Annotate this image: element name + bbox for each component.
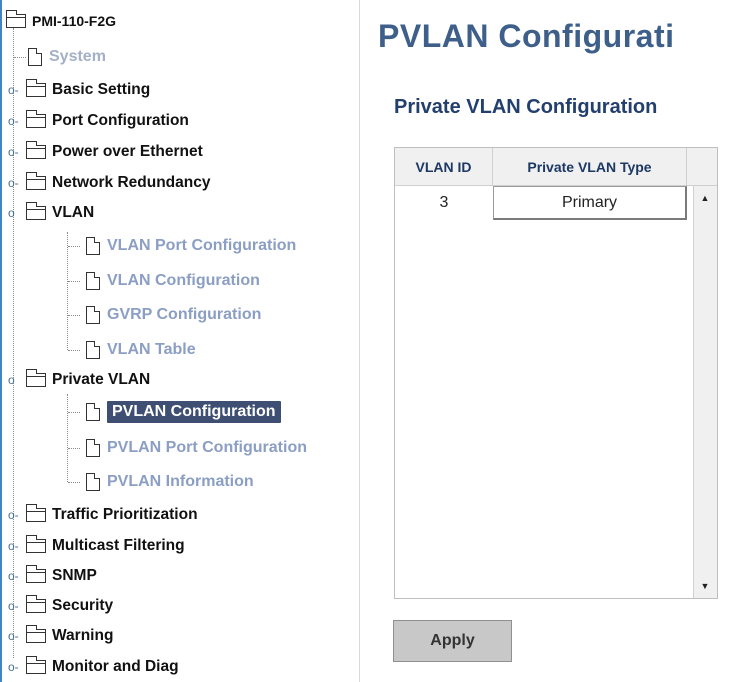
tree-item-multicast-filtering[interactable]: o- Multicast Filtering (8, 533, 185, 559)
folder-icon (6, 10, 26, 28)
expand-icon[interactable]: o- (8, 569, 26, 583)
tree-connector (68, 412, 80, 413)
tree-item-basic-setting[interactable]: o- Basic Setting (8, 77, 150, 103)
scroll-down-icon[interactable]: ▼ (696, 577, 714, 595)
folder-icon (26, 504, 46, 522)
folder-icon (26, 79, 46, 97)
tree-item-private-vlan[interactable]: o Private VLAN (8, 367, 150, 393)
pvlan-table: VLAN ID Private VLAN Type 3 Primary ▲ ▼ (394, 147, 718, 599)
expand-icon[interactable]: o- (8, 629, 26, 643)
expand-icon[interactable]: o- (8, 660, 26, 674)
tree-item-network-redundancy[interactable]: o- Network Redundancy (8, 170, 210, 196)
page-title: PVLAN Configurati (378, 18, 675, 54)
vlan-children-line (67, 232, 68, 350)
tree-item-pvlan-configuration[interactable]: PVLAN Configuration (86, 399, 281, 425)
pvlan-children-line (67, 394, 68, 482)
folder-icon (26, 656, 46, 674)
tree-item-security[interactable]: o- Security (8, 593, 113, 619)
folder-icon (26, 369, 46, 387)
tree-connector (68, 448, 80, 449)
tree-item-gvrp-configuration[interactable]: GVRP Configuration (86, 302, 261, 328)
tree-item-snmp[interactable]: o- SNMP (8, 563, 97, 589)
expand-icon[interactable]: o- (8, 83, 26, 97)
column-header-vlan-id: VLAN ID (395, 148, 493, 186)
page-icon (86, 272, 100, 290)
tree-item-pvlan-port-configuration[interactable]: PVLAN Port Configuration (86, 435, 307, 461)
folder-icon (26, 110, 46, 128)
expand-icon[interactable]: o- (8, 599, 26, 613)
scroll-up-icon[interactable]: ▲ (696, 189, 714, 207)
collapse-icon[interactable]: o (8, 206, 26, 220)
tree-item-system[interactable]: System (28, 44, 106, 70)
selected-item-label: PVLAN Configuration (107, 401, 281, 423)
page-icon (86, 306, 100, 324)
tree-connector (68, 281, 80, 282)
page-icon (86, 403, 100, 421)
tree-connector (68, 315, 80, 316)
folder-icon (26, 141, 46, 159)
column-header-spacer (687, 148, 717, 186)
navigation-tree: PMI-110-F2G System o- Basic Setting o- P… (0, 0, 360, 682)
expand-icon[interactable]: o- (8, 176, 26, 190)
page-icon (28, 48, 42, 66)
tree-connector (68, 350, 80, 351)
tree-item-power-over-ethernet[interactable]: o- Power over Ethernet (8, 139, 203, 165)
apply-button[interactable]: Apply (393, 620, 512, 662)
tree-item-vlan-port-configuration[interactable]: VLAN Port Configuration (86, 233, 296, 259)
page-icon (86, 237, 100, 255)
private-vlan-type-select[interactable]: Primary (493, 186, 687, 220)
page-icon (86, 473, 100, 491)
tree-item-vlan[interactable]: o VLAN (8, 200, 94, 226)
table-scrollbar[interactable]: ▲ ▼ (693, 186, 717, 598)
table-cell-vlan-id: 3 (439, 194, 449, 211)
folder-icon (26, 565, 46, 583)
tree-root[interactable]: PMI-110-F2G (6, 8, 116, 34)
folder-icon (26, 535, 46, 553)
expand-icon[interactable]: o- (8, 508, 26, 522)
section-title: Private VLAN Configuration (394, 96, 658, 118)
folder-icon (26, 172, 46, 190)
page-icon (86, 439, 100, 457)
tree-item-vlan-configuration[interactable]: VLAN Configuration (86, 268, 260, 294)
tree-connector (14, 57, 26, 58)
tree-item-monitor-and-diag[interactable]: o- Monitor and Diag (8, 654, 179, 680)
tree-item-warning[interactable]: o- Warning (8, 623, 113, 649)
tree-item-port-configuration[interactable]: o- Port Configuration (8, 108, 189, 134)
folder-icon (26, 595, 46, 613)
expand-icon[interactable]: o- (8, 539, 26, 553)
page-icon (86, 341, 100, 359)
tree-item-pvlan-information[interactable]: PVLAN Information (86, 469, 254, 495)
column-header-private-vlan-type: Private VLAN Type (493, 148, 687, 186)
tree-item-traffic-prioritization[interactable]: o- Traffic Prioritization (8, 502, 198, 528)
tree-left-edge (0, 0, 2, 682)
folder-icon (26, 625, 46, 643)
expand-icon[interactable]: o- (8, 145, 26, 159)
expand-icon[interactable]: o- (8, 114, 26, 128)
tree-connector (68, 246, 80, 247)
collapse-icon[interactable]: o (8, 373, 26, 387)
folder-icon (26, 202, 46, 220)
tree-item-vlan-table[interactable]: VLAN Table (86, 337, 196, 363)
tree-connector (68, 482, 80, 483)
